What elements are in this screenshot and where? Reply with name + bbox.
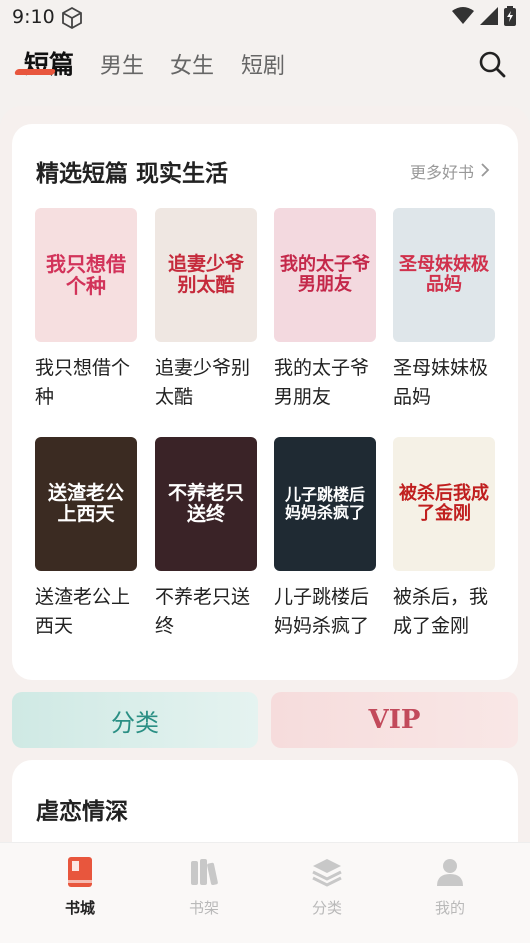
book-item[interactable]: 圣母妹妹极品妈 圣母妹妹极品妈 xyxy=(393,208,497,412)
book-title: 不养老只送终 xyxy=(155,586,251,637)
nav-category[interactable]: 分类 xyxy=(287,857,367,918)
battery-icon xyxy=(504,6,516,30)
active-tab-indicator xyxy=(13,69,57,75)
book-title: 我只想借个种 xyxy=(35,357,131,408)
book-item[interactable]: 儿子跳楼后妈妈杀疯了 儿子跳楼后妈妈杀疯了 xyxy=(274,437,378,641)
book-title: 儿子跳楼后妈妈杀疯了 xyxy=(274,586,370,637)
more-books-label: 更多好书 xyxy=(409,163,474,182)
book-title: 被杀后，我成了金刚 xyxy=(393,586,489,637)
vip-button-label: VIP xyxy=(368,705,421,735)
book-cover: 送渣老公上西天 xyxy=(35,437,137,571)
book-title: 圣母妹妹极品妈 xyxy=(393,357,489,408)
cube-icon xyxy=(60,6,84,34)
nav-label: 我的 xyxy=(434,899,465,917)
book-title: 送渣老公上西天 xyxy=(35,586,131,637)
status-time: 9:10 xyxy=(12,6,55,28)
featured-section-card: 精选短篇 现实生活 更多好书 我只想借个种 我只想借个种 追妻少爷别太酷 追妻少… xyxy=(12,124,518,680)
book-item[interactable]: 不养老只送终 不养老只送终 xyxy=(155,437,259,641)
more-books-link[interactable]: 更多好书 xyxy=(410,159,490,183)
nav-label: 分类 xyxy=(311,899,342,917)
tab-short-stories[interactable]: 短篇 xyxy=(24,45,74,81)
book-item[interactable]: 我只想借个种 我只想借个种 xyxy=(35,208,139,412)
bottom-nav: 书城 书架 分类 我的 xyxy=(0,842,530,943)
tab-male[interactable]: 男生 xyxy=(100,48,144,80)
book-cover: 追妻少爷别太酷 xyxy=(155,208,257,342)
nav-label: 书城 xyxy=(64,899,95,917)
search-icon[interactable] xyxy=(478,50,506,82)
book-item[interactable]: 送渣老公上西天 送渣老公上西天 xyxy=(35,437,139,641)
book-item[interactable]: 追妻少爷别太酷 追妻少爷别太酷 xyxy=(155,208,259,412)
book-item[interactable]: 被杀后我成了金刚 被杀后，我成了金刚 xyxy=(393,437,497,641)
tab-female[interactable]: 女生 xyxy=(170,48,214,80)
book-cover: 圣母妹妹极品妈 xyxy=(393,208,495,342)
book-cover: 不养老只送终 xyxy=(155,437,257,571)
section-title: 精选短篇 现实生活 xyxy=(36,161,229,187)
status-bar: 9:10 xyxy=(0,0,530,36)
category-button[interactable]: 分类 xyxy=(12,692,258,748)
book-icon xyxy=(66,857,94,891)
book-title: 我的太子爷男朋友 xyxy=(274,357,370,408)
section-title: 虐恋情深 xyxy=(36,799,128,825)
book-item[interactable]: 我的太子爷男朋友 我的太子爷男朋友 xyxy=(274,208,378,412)
nav-bookstore[interactable]: 书城 xyxy=(40,857,120,918)
nav-profile[interactable]: 我的 xyxy=(410,857,490,918)
bookshelf-icon xyxy=(189,859,219,891)
nav-bookshelf[interactable]: 书架 xyxy=(164,857,244,918)
signal-icon xyxy=(480,7,498,29)
book-cover: 被杀后我成了金刚 xyxy=(393,437,495,571)
tab-short-drama[interactable]: 短剧 xyxy=(241,48,285,80)
category-button-label: 分类 xyxy=(111,708,159,737)
wifi-icon xyxy=(452,7,474,29)
vip-button[interactable]: VIP xyxy=(271,692,518,748)
top-tab-bar: 短篇 男生 女生 短剧 xyxy=(0,40,530,90)
book-cover: 我只想借个种 xyxy=(35,208,137,342)
book-cover: 儿子跳楼后妈妈杀疯了 xyxy=(274,437,376,571)
book-cover: 我的太子爷男朋友 xyxy=(274,208,376,342)
nav-label: 书架 xyxy=(188,899,219,917)
chevron-right-icon xyxy=(480,162,490,181)
user-icon xyxy=(435,859,465,891)
book-title: 追妻少爷别太酷 xyxy=(155,357,251,408)
layers-icon xyxy=(311,859,343,891)
